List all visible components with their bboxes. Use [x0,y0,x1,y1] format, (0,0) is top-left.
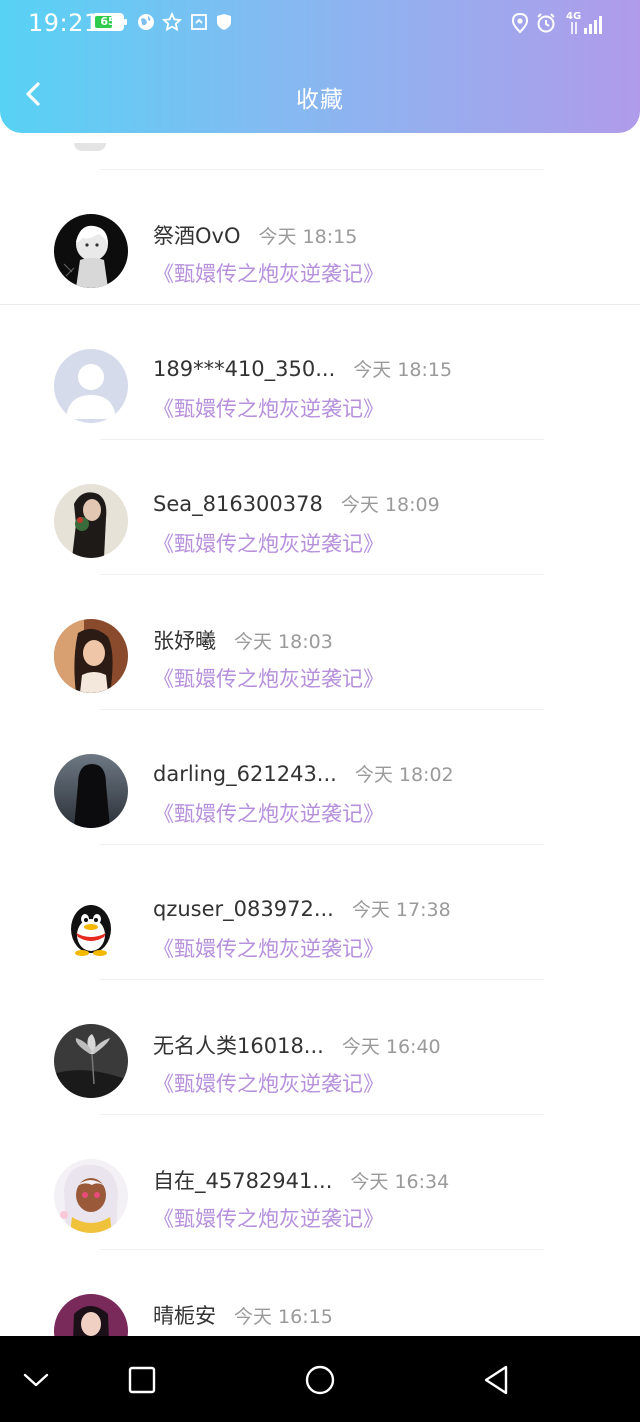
book-title[interactable]: 《甄嬛传之炮灰逆袭记》 [153,1203,384,1233]
location-icon [511,12,529,34]
photo-avatar[interactable] [54,1294,128,1336]
user-name[interactable]: Sea_816300378 [153,492,323,516]
list-item[interactable]: darling_621243... 今天 18:02 《甄嬛传之炮灰逆袭记》 [0,710,640,844]
name-line: darling_621243... 今天 18:02 [153,760,454,787]
timestamp: 今天 18:09 [340,494,440,516]
user-name[interactable]: 189***410_350... [153,357,335,381]
timestamp: 今天 18:03 [234,631,333,653]
signal-icon [571,16,602,34]
user-name[interactable]: 张妤曦 [153,625,216,655]
list-item[interactable]: qzuser_083972... 今天 17:38 《甄嬛传之炮灰逆袭记》 [0,845,640,979]
list-item[interactable]: Sea_816300378 今天 18:09 《甄嬛传之炮灰逆袭记》 [0,440,640,574]
partial-list-item [0,133,640,173]
penguin-avatar[interactable] [54,889,128,963]
hooded-figure-avatar[interactable] [54,754,128,828]
screenshot-icon [191,14,207,30]
timestamp: 今天 16:15 [234,1306,333,1328]
photo-avatar[interactable] [54,484,128,558]
recents-button[interactable] [120,1360,164,1400]
list-item[interactable]: 无名人类16018... 今天 16:40 《甄嬛传之炮灰逆袭记》 [0,980,640,1114]
timestamp: 今天 17:38 [351,899,451,921]
timestamp: 今天 16:40 [341,1036,441,1058]
home-button[interactable] [298,1360,342,1400]
hide-nav-button[interactable] [14,1360,58,1400]
book-title[interactable]: 《甄嬛传之炮灰逆袭记》 [153,798,384,828]
status-time: 19:21 [28,9,100,37]
timestamp: 今天 18:02 [354,764,454,786]
book-title[interactable]: 《甄嬛传之炮灰逆袭记》 [153,528,384,558]
book-title[interactable]: 《甄嬛传之炮灰逆袭记》 [153,933,384,963]
title-bar: 收藏 [0,58,640,134]
timestamp: 今天 18:15 [353,359,453,381]
circle-icon [305,1365,335,1395]
user-name[interactable]: qzuser_083972... [153,897,334,921]
list-item[interactable]: 自在_45782941... 今天 16:34 《甄嬛传之炮灰逆袭记》 [0,1115,640,1249]
name-line: Sea_816300378 今天 18:09 [153,490,440,517]
name-line: qzuser_083972... 今天 17:38 [153,895,451,922]
back-nav-button[interactable] [474,1360,518,1400]
book-title[interactable]: 《甄嬛传之炮灰逆袭记》 [153,258,384,288]
user-name[interactable]: 祭酒OvO [153,220,241,250]
name-line: 张妤曦 今天 18:03 [153,625,333,655]
list-item[interactable]: 张妤曦 今天 18:03 《甄嬛传之炮灰逆袭记》 [0,575,640,709]
photo-avatar[interactable] [54,619,128,693]
page-title: 收藏 [296,87,344,113]
alarm-icon [537,13,555,33]
triangle-back-icon [484,1365,508,1395]
book-title[interactable]: 《甄嬛传之炮灰逆袭记》 [153,393,384,423]
anime-dark-avatar[interactable] [54,214,128,288]
list-item[interactable]: 189***410_350... 今天 18:15 《甄嬛传之炮灰逆袭记》 [0,305,640,439]
name-line: 自在_45782941... 今天 16:34 [153,1165,449,1195]
timestamp: 今天 18:15 [258,226,358,248]
user-name[interactable]: 无名人类16018... [153,1030,324,1060]
list-item[interactable]: 晴栀安 今天 16:15 [0,1250,640,1336]
chevron-down-icon [23,1373,49,1387]
name-line: 无名人类16018... 今天 16:40 [153,1030,441,1060]
book-title[interactable]: 《甄嬛传之炮灰逆袭记》 [153,1068,384,1098]
status-bar: 19:21 65 4G [0,0,640,50]
shield-icon [217,14,231,30]
flower-avatar[interactable] [54,1024,128,1098]
favorites-list[interactable]: 祭酒OvO 今天 18:15 《甄嬛传之炮灰逆袭记》 189***410_350… [0,133,640,1336]
user-name[interactable]: 晴栀安 [153,1300,216,1330]
user-name[interactable]: 自在_45782941... [153,1165,332,1195]
timestamp: 今天 16:34 [350,1171,450,1193]
globe-icon [138,14,154,30]
list-item[interactable]: 祭酒OvO 今天 18:15 《甄嬛传之炮灰逆袭记》 [0,170,640,304]
battery-level: 65 [100,15,116,28]
anime-girl-avatar[interactable] [54,1159,128,1233]
square-icon [128,1366,156,1394]
name-line: 祭酒OvO 今天 18:15 [153,220,357,250]
star-icon [162,12,182,32]
default-avatar[interactable] [54,349,128,423]
name-line: 189***410_350... 今天 18:15 [153,355,452,382]
user-name[interactable]: darling_621243... [153,762,337,786]
header: 19:21 65 4G 收藏 [0,0,640,133]
book-title[interactable]: 《甄嬛传之炮灰逆袭记》 [153,663,384,693]
system-nav-bar [0,1336,640,1422]
battery-icon: 65 [92,13,127,31]
name-line: 晴栀安 今天 16:15 [153,1300,333,1330]
